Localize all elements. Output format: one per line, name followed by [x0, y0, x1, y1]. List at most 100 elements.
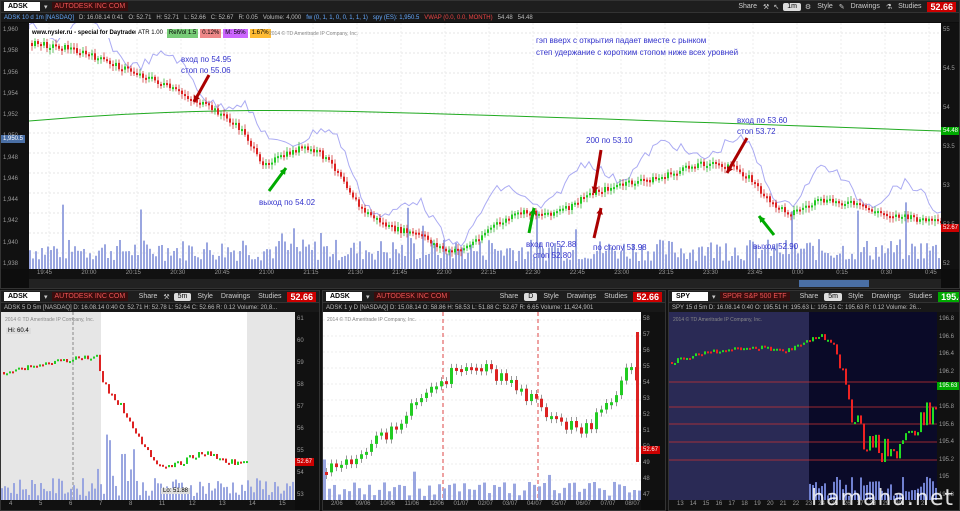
- volume-bar: [410, 238, 412, 269]
- period-button[interactable]: D: [524, 292, 538, 301]
- period-button[interactable]: 5m: [824, 292, 843, 301]
- candle: [781, 207, 783, 210]
- share-button[interactable]: Share: [736, 3, 759, 10]
- candle: [380, 432, 383, 436]
- studies-button[interactable]: Studies: [896, 3, 923, 10]
- symbol-input[interactable]: ADSK: [4, 292, 40, 301]
- cursor-icon[interactable]: ↖: [773, 3, 779, 11]
- style-button[interactable]: Style: [846, 293, 866, 300]
- volume-bar: [887, 248, 889, 269]
- candle: [331, 159, 333, 164]
- volume-bar: [512, 250, 514, 269]
- volume-bar: [154, 478, 156, 500]
- time-axis: 19:45 20:00 20:15 20:30 20:45 21:00 21:15 21:30…: [29, 269, 941, 279]
- candle: [716, 349, 718, 354]
- info-vwap-2: 54.48: [517, 14, 533, 21]
- main-chart-area[interactable]: [29, 23, 941, 269]
- candle: [87, 355, 89, 360]
- candle: [511, 214, 513, 220]
- candle: [340, 172, 342, 177]
- drawings-button[interactable]: Drawings: [219, 293, 252, 300]
- candle: [183, 463, 185, 466]
- volume-bar: [248, 255, 250, 269]
- volume-bar: [395, 249, 397, 269]
- volume-bar: [157, 483, 159, 500]
- time-tick: 12/06: [429, 501, 445, 507]
- candle: [721, 164, 723, 167]
- time-tick: 14: [249, 501, 256, 507]
- candle: [355, 197, 357, 200]
- chart-area-1y[interactable]: [323, 312, 641, 500]
- studies-button[interactable]: Studies: [907, 293, 934, 300]
- style-button[interactable]: Style: [195, 293, 215, 300]
- drawings-button[interactable]: Drawings: [565, 293, 598, 300]
- symbol-input[interactable]: ADSK: [4, 2, 40, 11]
- candle: [649, 180, 651, 183]
- time-tick: 21:15: [303, 270, 319, 276]
- volume-bar: [244, 490, 246, 500]
- volume-bar: [623, 486, 626, 500]
- link-icon[interactable]: ⚒: [763, 3, 769, 11]
- candle: [51, 362, 53, 365]
- price-tick: 48: [643, 476, 650, 482]
- candle: [586, 195, 588, 198]
- flask-icon[interactable]: ⚗: [886, 3, 892, 11]
- volume-bar: [92, 259, 94, 269]
- studies-button[interactable]: Studies: [256, 293, 283, 300]
- candle: [604, 186, 606, 193]
- share-button[interactable]: Share: [137, 293, 160, 300]
- dropdown-icon[interactable]: ▾: [44, 293, 48, 301]
- volume-bar: [827, 253, 829, 269]
- period-button[interactable]: 1m: [783, 2, 801, 11]
- horizontal-scrollbar[interactable]: [29, 279, 941, 288]
- candle: [674, 363, 676, 366]
- share-button[interactable]: Share: [798, 293, 821, 300]
- symbol-input[interactable]: ADSK: [326, 292, 362, 301]
- candle: [250, 140, 252, 147]
- volume-bar: [119, 239, 121, 269]
- volume-bar: [854, 259, 856, 269]
- link-icon[interactable]: ⚒: [163, 293, 169, 301]
- candle: [860, 415, 862, 424]
- candle: [132, 421, 134, 429]
- annotation-stopped-2: по стопу 53.98: [593, 243, 647, 252]
- volume-bar: [568, 483, 571, 500]
- candle: [823, 198, 825, 203]
- candle: [156, 460, 158, 465]
- volume-bar: [130, 469, 132, 500]
- candle: [818, 336, 820, 339]
- style-button[interactable]: Style: [815, 3, 835, 10]
- candle: [907, 214, 909, 220]
- chart-area-spy[interactable]: [669, 312, 937, 500]
- candle: [538, 213, 540, 216]
- gear-icon[interactable]: ⚙: [805, 3, 811, 11]
- volume-bar: [245, 245, 247, 269]
- candle: [395, 426, 398, 430]
- candle: [337, 170, 339, 173]
- drawings-button[interactable]: Drawings: [849, 3, 882, 10]
- studies-button[interactable]: Studies: [602, 293, 629, 300]
- volume-bar: [179, 258, 181, 269]
- volume-bar: [359, 241, 361, 269]
- candle: [138, 433, 140, 437]
- copyright: 2014 © TD Ameritrade IP Company, Inc.: [269, 31, 359, 37]
- style-button[interactable]: Style: [541, 293, 561, 300]
- price-tick: 1,948: [3, 154, 19, 161]
- chart-area-5d[interactable]: [1, 312, 295, 500]
- symbol-input[interactable]: SPY: [672, 292, 708, 301]
- candle: [815, 337, 817, 340]
- dropdown-icon[interactable]: ▾: [44, 3, 48, 11]
- volume-bar: [217, 481, 219, 500]
- time-tick: 20:15: [125, 270, 141, 276]
- dropdown-icon[interactable]: ▾: [712, 293, 716, 301]
- drawings-button[interactable]: Drawings: [870, 293, 903, 300]
- period-button[interactable]: 5m: [173, 292, 192, 301]
- share-button[interactable]: Share: [498, 293, 521, 300]
- candle: [610, 187, 612, 191]
- dropdown-icon[interactable]: ▾: [366, 293, 370, 301]
- volume-bar: [250, 486, 252, 500]
- pencil-icon[interactable]: ✎: [839, 3, 845, 11]
- candle: [625, 367, 628, 381]
- volume-bar: [211, 490, 213, 500]
- scrollbar-thumb[interactable]: [799, 280, 869, 287]
